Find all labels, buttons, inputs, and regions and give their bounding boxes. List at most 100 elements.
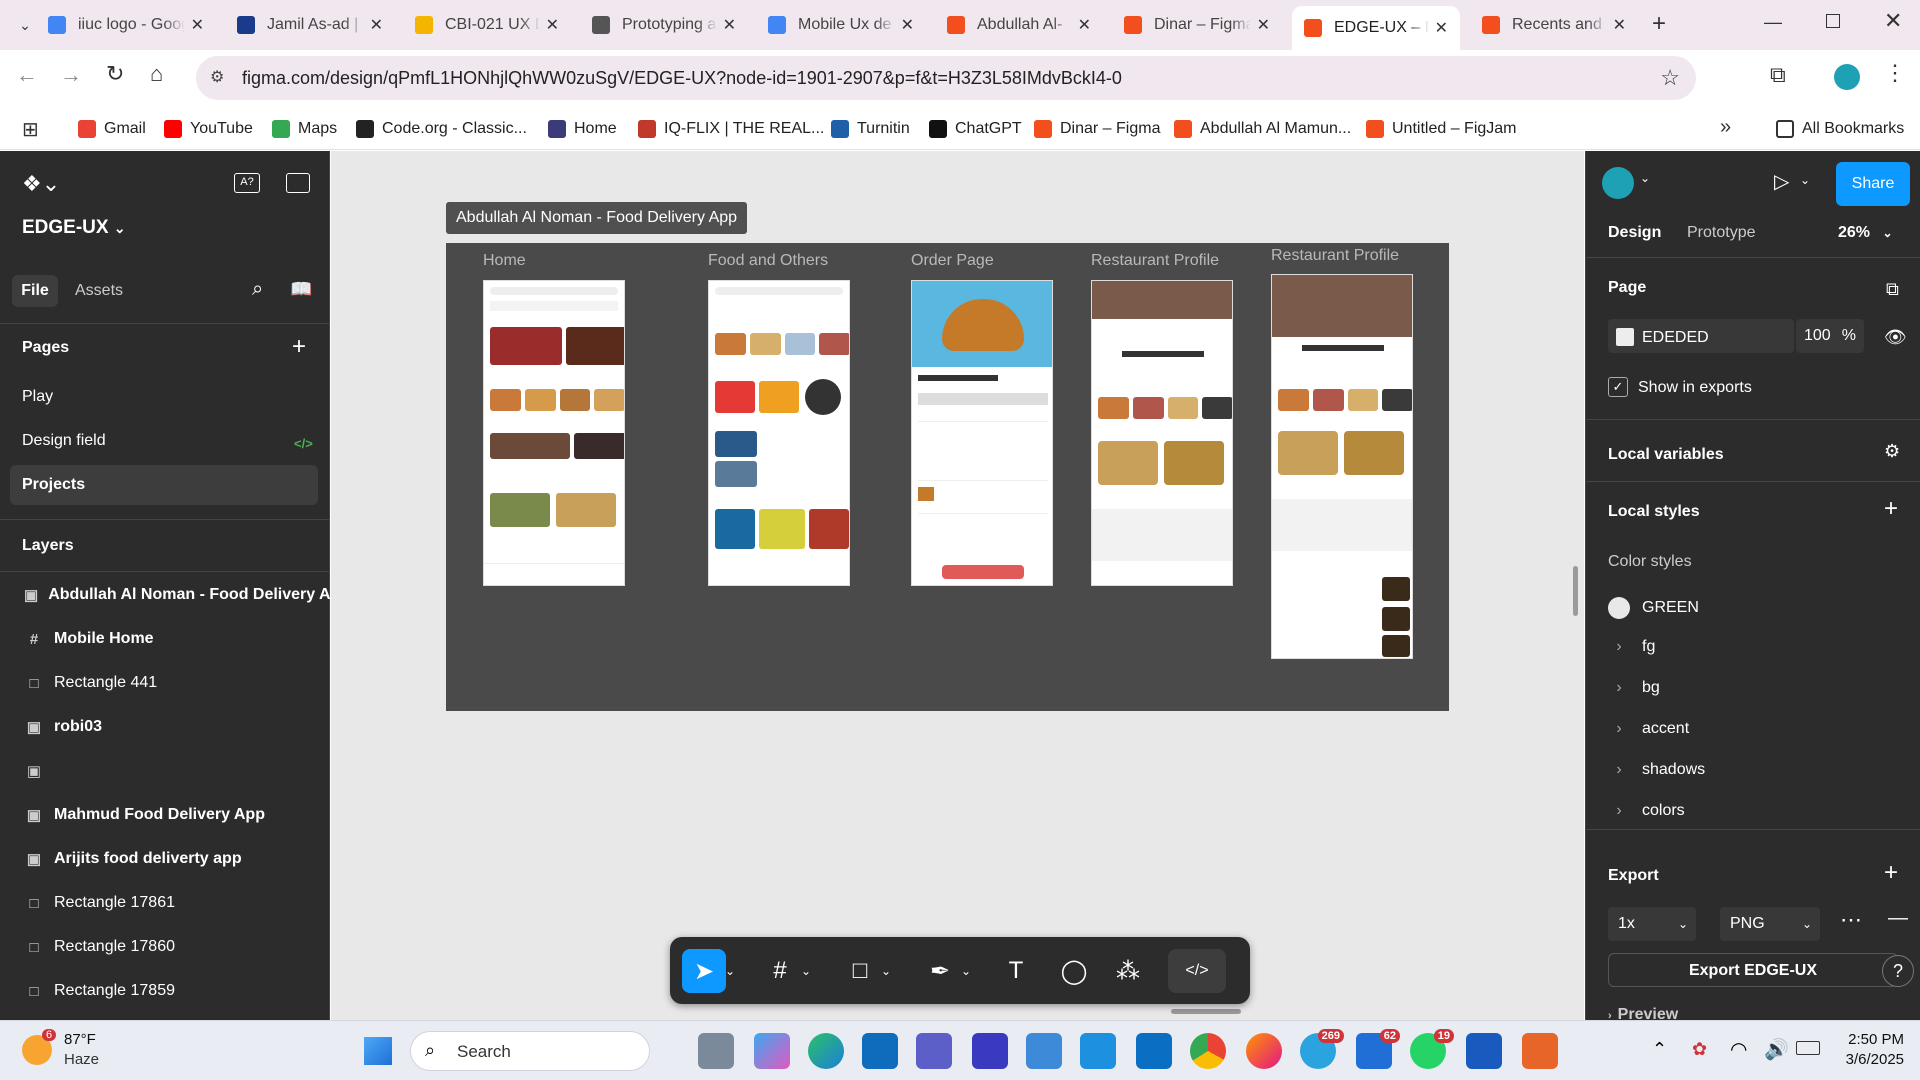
close-window-button[interactable]: ✕ — [1884, 8, 1902, 34]
site-info-icon[interactable]: ⚙ — [210, 56, 224, 100]
bookmark-item[interactable]: Dinar – Figma — [1034, 116, 1160, 142]
file-name[interactable]: EDGE-UX ⌄ — [22, 217, 126, 239]
add-style-icon[interactable]: + — [1884, 495, 1898, 523]
tray-chevron-icon[interactable]: ⌃ — [1652, 1039, 1667, 1060]
bookmark-item[interactable]: Turnitin — [831, 116, 910, 142]
extensions-icon[interactable]: ⧉ — [1770, 62, 1786, 88]
layer-item[interactable]: ▣ Abdullah Al Noman - Food Delivery App — [0, 573, 330, 617]
sidebar-toggle-icon[interactable] — [286, 173, 310, 193]
bookmark-item[interactable]: Maps — [272, 116, 337, 142]
move-tool-menu-icon[interactable]: ⌄ — [720, 949, 740, 993]
volume-icon[interactable]: 🔊 — [1764, 1037, 1789, 1062]
zoom-level[interactable]: 26% ⌄ — [1838, 224, 1893, 242]
page-settings-icon[interactable]: ⧉ — [1886, 279, 1899, 300]
outlook-icon[interactable] — [862, 1033, 898, 1069]
color-style-item[interactable]: › shadows — [1608, 761, 1705, 779]
export-format-select[interactable]: PNG ⌄ — [1720, 907, 1820, 941]
export-more-icon[interactable]: ⋯ — [1840, 907, 1862, 933]
layer-item[interactable]: # Mobile Home — [0, 617, 330, 661]
frame-title-tag[interactable]: Abdullah Al Noman - Food Delivery App — [446, 202, 748, 234]
bookmark-star-icon[interactable]: ☆ — [1660, 56, 1680, 100]
layer-item[interactable]: □ Rectangle 17859 — [0, 969, 330, 1013]
tab-prototype[interactable]: Prototype — [1687, 224, 1755, 242]
tab-close-icon[interactable]: ✕ — [1078, 15, 1091, 35]
tab-search-button[interactable]: ⌄ — [12, 12, 38, 38]
color-style-item[interactable]: GREEN — [1608, 597, 1699, 619]
page-item[interactable]: Projects — [10, 465, 318, 505]
layer-item[interactable]: □ Rectangle 17860 — [0, 925, 330, 969]
help-button[interactable]: ? — [1882, 955, 1914, 987]
tab-1[interactable]: iiuc logo - Goog ✕ — [36, 7, 216, 43]
actions-tool-button[interactable]: ⁂ — [1106, 949, 1150, 993]
profile-avatar[interactable] — [1834, 64, 1860, 90]
page-item[interactable]: Design field — [0, 421, 330, 461]
tab-5[interactable]: Mobile Ux de ✕ — [756, 7, 926, 43]
new-tab-button[interactable]: + — [1652, 10, 1666, 38]
color-style-item[interactable]: › fg — [1608, 638, 1655, 656]
bookmark-item[interactable]: YouTube — [164, 116, 253, 142]
reload-icon[interactable]: ↻ — [106, 61, 124, 87]
tab-close-icon[interactable]: ✕ — [370, 15, 383, 35]
add-page-icon[interactable]: + — [292, 333, 306, 361]
bookmark-item[interactable]: Untitled – FigJam — [1366, 116, 1517, 142]
tab-file[interactable]: File — [12, 275, 58, 307]
start-button[interactable] — [364, 1037, 392, 1065]
project-frame[interactable]: Home Food and Others Order Page Restaura… — [446, 243, 1449, 711]
layer-item[interactable]: ▣ — [0, 749, 330, 793]
firefox-icon[interactable] — [1246, 1033, 1282, 1069]
minimize-button[interactable]: — — [1764, 12, 1782, 33]
screen-restaurant-profile-2[interactable] — [1271, 274, 1413, 659]
tab-7[interactable]: Dinar – Figma ✕ — [1112, 7, 1282, 43]
bookmark-item[interactable]: ChatGPT — [929, 116, 1022, 142]
screen-order-page[interactable] — [911, 280, 1053, 586]
tab-6[interactable]: Abdullah Al- ✕ — [935, 7, 1103, 43]
taskbar-app-icon[interactable]: 62 — [1356, 1029, 1400, 1069]
app-icon[interactable] — [972, 1033, 1008, 1069]
restore-button[interactable] — [1826, 14, 1840, 28]
edge-icon[interactable] — [808, 1033, 844, 1069]
visibility-eye-icon[interactable]: 👁 — [1884, 327, 1907, 348]
apps-grid-icon[interactable]: ⊞ — [22, 117, 39, 142]
layer-item[interactable]: □ Rectangle 17861 — [0, 881, 330, 925]
bookmark-item[interactable]: Abdullah Al Mamun... — [1174, 116, 1351, 142]
library-icon[interactable]: 📖 — [290, 279, 312, 300]
export-button[interactable]: Export EDGE-UX — [1608, 953, 1898, 987]
bookmark-item[interactable]: IQ-FLIX | THE REAL... — [638, 116, 824, 142]
figma-menu-icon[interactable]: ❖⌄ — [22, 171, 60, 197]
copilot-icon[interactable] — [754, 1033, 790, 1069]
battery-icon[interactable] — [1796, 1041, 1820, 1055]
tab-9[interactable]: Recents and ✕ — [1470, 7, 1638, 43]
layer-item[interactable]: ▣ robi03 — [0, 705, 330, 749]
screen-restaurant-profile-1[interactable] — [1091, 280, 1233, 586]
color-style-item[interactable]: › colors — [1608, 802, 1684, 820]
tab-4[interactable]: Prototyping a ✕ — [580, 7, 748, 43]
frame-tool-menu-icon[interactable]: ⌄ — [796, 949, 816, 993]
task-view-icon[interactable] — [698, 1033, 734, 1069]
user-avatar[interactable] — [1602, 167, 1634, 199]
taskbar-search[interactable]: ⌕ Search — [410, 1031, 650, 1071]
tab-close-icon[interactable]: ✕ — [1435, 18, 1448, 38]
photos-icon[interactable] — [1080, 1033, 1116, 1069]
tab-design[interactable]: Design — [1608, 224, 1661, 242]
bookmark-item[interactable]: Home — [548, 116, 617, 142]
layer-item[interactable]: □ Rectangle 441 — [0, 661, 330, 705]
tab-close-icon[interactable]: ✕ — [723, 15, 736, 35]
tab-close-icon[interactable]: ✕ — [1613, 15, 1626, 35]
add-export-icon[interactable]: + — [1884, 859, 1898, 887]
tab-close-icon[interactable]: ✕ — [191, 15, 204, 35]
weather-widget[interactable]: 6 87°F Haze — [22, 1029, 142, 1073]
layer-item[interactable]: ▣ Mahmud Food Delivery App — [0, 793, 330, 837]
export-scale-select[interactable]: 1x ⌄ — [1608, 907, 1696, 941]
remove-export-icon[interactable]: — — [1888, 907, 1908, 930]
show-in-exports-checkbox[interactable]: ✓ — [1608, 377, 1628, 397]
tab-close-icon[interactable]: ✕ — [546, 15, 559, 35]
tab-3[interactable]: CBI-021 UX D ✕ — [403, 7, 571, 43]
vscode-icon[interactable] — [1136, 1033, 1172, 1069]
all-bookmarks[interactable]: All Bookmarks — [1776, 116, 1904, 142]
chrome-icon[interactable] — [1190, 1033, 1226, 1069]
screen-home[interactable] — [483, 280, 625, 586]
telegram-icon[interactable]: 269 — [1300, 1029, 1344, 1069]
bookmark-item[interactable]: Code.org - Classic... — [356, 116, 527, 142]
ai-text-icon[interactable]: A? — [234, 173, 260, 193]
present-icon[interactable]: ▷ — [1774, 169, 1789, 194]
